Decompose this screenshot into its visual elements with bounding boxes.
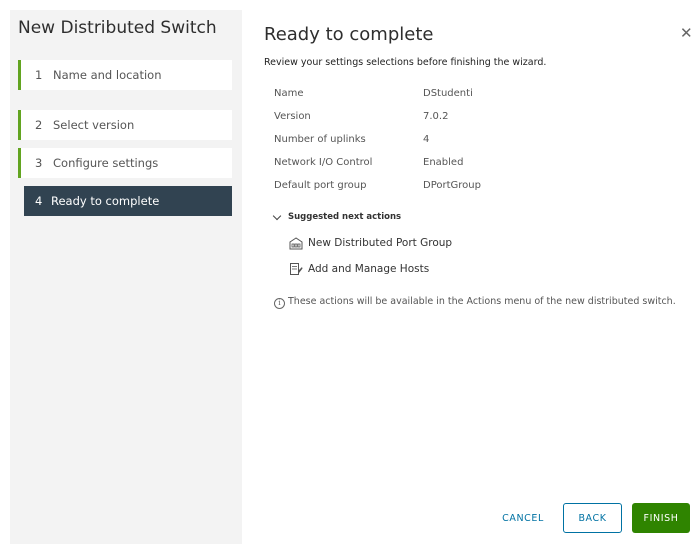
back-button[interactable]: BACK xyxy=(563,503,622,533)
step-label: Configure settings xyxy=(53,156,159,170)
step-configure-settings[interactable]: 3 Configure settings xyxy=(18,148,232,178)
step-ready-to-complete[interactable]: 4 Ready to complete xyxy=(24,186,232,216)
action-label: New Distributed Port Group xyxy=(308,237,453,249)
page-title: Ready to complete xyxy=(264,24,434,45)
new-distributed-port-group-link[interactable]: New Distributed Port Group xyxy=(289,235,452,251)
summary-key: Network I/O Control xyxy=(274,157,373,168)
port-group-icon xyxy=(289,236,303,249)
wizard-sidebar xyxy=(10,10,242,544)
step-select-version[interactable]: 2 Select version xyxy=(18,110,232,140)
wizard-title: New Distributed Switch xyxy=(18,18,217,38)
summary-key: Name xyxy=(274,88,304,99)
summary-value: Enabled xyxy=(423,157,464,168)
info-icon: i xyxy=(274,298,285,309)
manage-hosts-icon xyxy=(290,263,303,275)
summary-value: 7.0.2 xyxy=(423,111,449,122)
summary-key: Number of uplinks xyxy=(274,134,366,145)
close-icon[interactable]: ✕ xyxy=(680,26,692,41)
step-number: 2 xyxy=(35,118,43,132)
finish-button[interactable]: FINISH xyxy=(632,503,690,533)
chevron-down-icon xyxy=(272,211,282,220)
summary-value: 4 xyxy=(423,134,430,145)
step-number: 1 xyxy=(35,68,43,82)
step-label: Ready to complete xyxy=(51,194,160,208)
step-label: Select version xyxy=(53,118,135,132)
summary-value: DPortGroup xyxy=(423,180,481,191)
suggested-actions-toggle[interactable]: Suggested next actions xyxy=(272,211,402,222)
step-name-and-location[interactable]: 1 Name and location xyxy=(18,60,232,90)
suggested-actions-header: Suggested next actions xyxy=(288,212,402,222)
step-label: Name and location xyxy=(53,68,162,82)
action-label: Add and Manage Hosts xyxy=(308,263,430,275)
info-note-text: These actions will be available in the A… xyxy=(288,296,676,307)
step-number: 4 xyxy=(35,194,43,208)
add-and-manage-hosts-link[interactable]: Add and Manage Hosts xyxy=(289,261,429,277)
summary-value: DStudenti xyxy=(423,88,473,99)
actions-info-note: i These actions will be available in the … xyxy=(274,296,679,309)
step-number: 3 xyxy=(35,156,43,170)
summary-key: Default port group xyxy=(274,180,367,191)
wizard-content: Ready to complete ✕ Review your settings… xyxy=(264,0,692,544)
cancel-button[interactable]: CANCEL xyxy=(493,503,553,533)
page-subtitle: Review your settings selections before f… xyxy=(264,57,547,68)
summary-key: Version xyxy=(274,111,311,122)
